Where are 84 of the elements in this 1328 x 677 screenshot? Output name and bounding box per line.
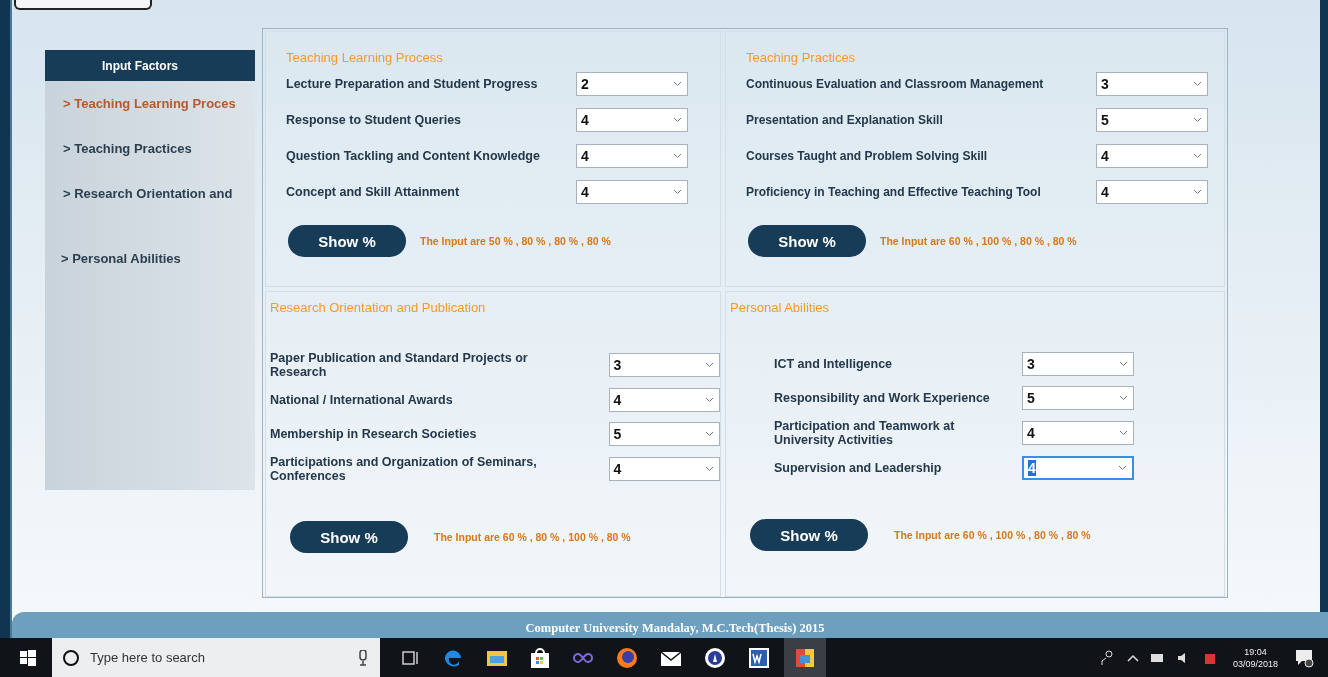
battery-icon[interactable] [1150,652,1165,663]
field-label: Participations and Organization of Seminars, Conferences [270,455,538,483]
dropdown-field[interactable]: 4 [576,144,688,168]
field-label: Responsibility and Work Experience [774,391,991,405]
chevron-down-icon [705,362,714,368]
time-text: 19:04 [1244,645,1267,658]
field-label: Continuous Evaluation and Classroom Management [746,77,1045,91]
chevron-down-icon [1193,153,1202,159]
shopping-bag-icon[interactable] [530,646,550,669]
field-label: ICT and Intelligence [774,357,894,371]
field-label: Presentation and Explanation Skill [746,113,944,127]
sidebar-item[interactable]: > Teaching Practices [45,126,255,171]
windows-start-icon[interactable] [20,649,36,666]
dropdown-field[interactable]: 4 [576,108,688,132]
chevron-down-icon [705,431,714,437]
chevron-down-icon [1119,395,1128,401]
task-view-icon[interactable] [402,649,420,666]
dropdown-field[interactable]: 4 [608,388,720,412]
microphone-icon[interactable] [358,649,368,666]
dropdown-field[interactable]: 5 [1022,386,1134,410]
show-percent-button[interactable]: Show % [290,521,408,553]
field-label: Question Tackling and Content Knowledge [286,149,541,163]
group-title: Personal Abilities [730,300,829,315]
chevron-down-icon [705,466,714,472]
sidebar-item[interactable]: > Personal Abilities [45,216,255,301]
dropdown-field[interactable]: 2 [576,72,688,96]
field-label: Proficiency in Teaching and Effective Teaching Tool [746,185,1042,199]
chevron-down-icon [673,153,682,159]
dropdown-field[interactable]: 4 [1096,144,1208,168]
chevron-down-icon [1193,117,1202,123]
notification-icon[interactable] [1294,647,1314,668]
clock[interactable]: 19:04 03/09/2018 [1232,645,1278,670]
group-title: Teaching Practices [746,50,856,65]
field-label: Concept and Skill Attainment [286,185,461,199]
dropdown-field[interactable]: 5 [1096,108,1208,132]
firefox-icon[interactable] [616,646,638,669]
date-text: 03/09/2018 [1232,657,1278,670]
field-label: Paper Publication and Standard Projects or Research [270,351,529,379]
footer-text: Computer University Mandalay, M.C.Tech(Thesis) 2015 [525,621,825,636]
chevron-down-icon [705,397,714,403]
chevron-down-icon [673,117,682,123]
dropdown-field[interactable]: 3 [1096,72,1208,96]
field-label: Response to Student Queries [286,113,463,127]
result-text: The Input are 60 % , 100 % , 80 % , 80 % [894,529,1091,541]
field-label: Membership in Research Societies [270,427,478,441]
chevron-down-icon [1193,81,1202,87]
chevron-down-icon [1193,189,1202,195]
field-label: Lecture Preparation and Student Progress [286,77,539,91]
dropdown-field[interactable]: 3 [608,353,720,377]
show-percent-button[interactable]: Show % [750,519,868,551]
result-text: The Input are 60 % , 100 % , 80 % , 80 % [880,235,1077,247]
dropdown-field[interactable]: 4 [1022,456,1134,480]
app-taskbar-button[interactable] [784,638,826,677]
dropdown-field[interactable]: 4 [576,180,688,204]
word-icon[interactable] [748,646,770,669]
chevron-down-icon [1119,361,1128,367]
field-label: Courses Taught and Problem Solving Skill [746,149,989,163]
search-box[interactable]: Type here to search [52,638,380,677]
dropdown-field[interactable]: 3 [1022,352,1134,376]
chevron-down-icon [673,189,682,195]
field-label: Supervision and Leadership [774,461,943,475]
field-label: National / International Awards [270,393,454,407]
field-label: Participation and Teamwork at University Activities [774,419,956,447]
sidebar-item[interactable]: > Research Orientation and [45,171,255,216]
show-percent-button[interactable]: Show % [288,225,406,257]
chevron-down-icon [1119,430,1128,436]
group-title: Research Orientation and Publication [270,300,486,315]
search-field[interactable]: Type here to search [88,649,350,666]
dropdown-field[interactable]: 4 [1022,421,1134,445]
show-percent-button[interactable]: Show % [748,225,866,257]
dropdown-field[interactable]: 4 [608,457,720,481]
circle-icon [62,648,80,667]
chevron-down-icon [673,81,682,87]
app-window-icon [794,646,816,669]
sidebar-title: Input Factors [45,50,255,81]
chevron-up-icon[interactable] [1126,653,1139,662]
chevron-down-icon [1118,465,1127,471]
dropdown-field[interactable]: 4 [1096,180,1208,204]
result-text: The Input are 50 % , 80 % , 80 % , 80 % [420,235,611,247]
result-text: The Input are 60 % , 80 % , 100 % , 80 % [434,531,631,543]
group-title: Teaching Learning Process [286,50,443,65]
compass-icon[interactable] [704,646,726,669]
infinity-icon[interactable] [572,651,594,664]
dropdown-field[interactable]: 5 [608,422,720,446]
